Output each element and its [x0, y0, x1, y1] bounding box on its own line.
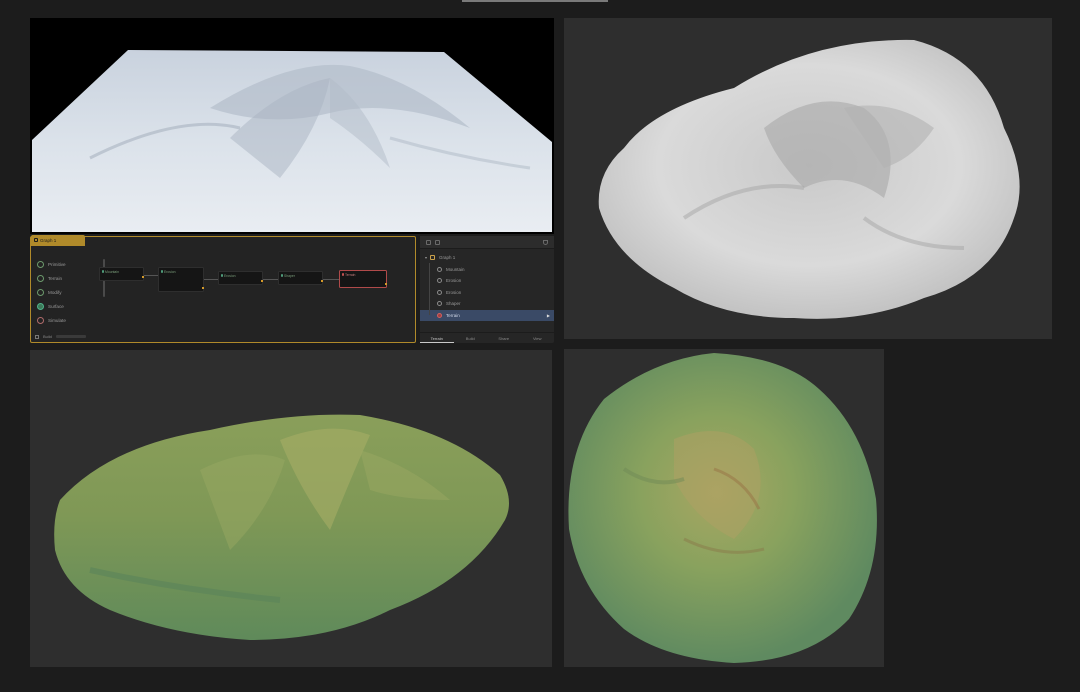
- terrain-mesh-colored: [54, 414, 509, 640]
- node-status-icon: [101, 270, 104, 273]
- tree-item-label: Mountain: [446, 266, 465, 272]
- terrain-icon: [437, 312, 442, 318]
- node-title: Terrain: [345, 272, 356, 277]
- node-output-port[interactable]: [142, 276, 144, 278]
- tab-view[interactable]: View: [521, 333, 555, 343]
- tree-item-mountain[interactable]: Mountain: [420, 264, 554, 276]
- terrain-icon: [37, 274, 44, 282]
- node-title: Erosion: [224, 273, 236, 278]
- toolbox-item-surface[interactable]: Surface: [37, 299, 101, 313]
- node-wire: [263, 279, 279, 280]
- tree-item-terrain[interactable]: Terrain ▶: [420, 309, 554, 321]
- build-icon: [35, 334, 39, 339]
- tree-item-label: Graph 1: [439, 255, 456, 261]
- graph-node-mountain[interactable]: Mountain: [99, 267, 144, 281]
- toolbox-item-primitive[interactable]: Primitive: [37, 257, 101, 271]
- node-wire: [323, 279, 339, 280]
- graph-explorer-panel: ▾ Graph 1 Mountain Erosion Erosion Shape…: [420, 236, 554, 343]
- graph-tab-label: Graph 1: [40, 238, 57, 243]
- tab-build[interactable]: Build: [454, 333, 488, 343]
- viewport-3d-perspective[interactable]: [30, 18, 554, 234]
- node-wire: [143, 275, 159, 276]
- filter-icon[interactable]: [543, 240, 548, 245]
- node-status-icon: [341, 273, 344, 276]
- node-toolbox: Primitive Terrain Modify Surface Simulat…: [37, 257, 101, 327]
- graph-node-shaper[interactable]: Shaper: [278, 271, 323, 285]
- tab-terrain[interactable]: Terrain: [420, 333, 454, 343]
- graph-node-erosion-2[interactable]: Erosion: [218, 271, 263, 285]
- node-title: Mountain: [105, 269, 119, 274]
- modify-icon: [37, 288, 44, 296]
- toolbox-item-simulate[interactable]: Simulate: [37, 313, 101, 327]
- graph-editor-panel[interactable]: Graph 1 Primitive Terrain Modify Surface…: [30, 235, 416, 343]
- tree-item-graph[interactable]: ▾ Graph 1: [420, 252, 554, 264]
- erosion-icon: [437, 289, 442, 295]
- node-output-port[interactable]: [261, 280, 263, 282]
- tree-item-label: Erosion: [446, 278, 462, 284]
- node-status-icon: [220, 274, 223, 277]
- node-status-icon: [280, 274, 283, 277]
- viewport-3d-colored-perspective[interactable]: [30, 350, 552, 667]
- chevron-down-icon[interactable]: ▾: [425, 255, 427, 260]
- node-title: Erosion: [164, 269, 176, 274]
- tree-item-label: Erosion: [446, 289, 462, 295]
- graph-icon: [34, 238, 38, 242]
- mountain-icon: [437, 266, 442, 272]
- tree-guide-line: [429, 263, 430, 315]
- viewport-3d-clay[interactable]: [564, 18, 1052, 339]
- node-output-port[interactable]: [385, 283, 387, 285]
- explorer-tabs: Terrain Build Share View: [420, 332, 554, 343]
- back-icon[interactable]: [426, 240, 431, 245]
- tab-share[interactable]: Share: [487, 333, 521, 343]
- toolbox-item-label: Simulate: [48, 317, 66, 323]
- list-icon[interactable]: [435, 240, 440, 245]
- build-label[interactable]: Build: [43, 334, 52, 339]
- toolbox-item-label: Terrain: [48, 275, 63, 281]
- node-wire: [204, 279, 218, 280]
- toolbox-item-label: Primitive: [48, 261, 66, 267]
- node-output-port[interactable]: [202, 287, 204, 289]
- graph-node-terrain[interactable]: Terrain: [339, 270, 387, 288]
- toolbox-item-label: Modify: [48, 289, 62, 295]
- toolbox-item-terrain[interactable]: Terrain: [37, 271, 101, 285]
- viewport-top-down-colored[interactable]: [564, 349, 884, 667]
- tree-item-shaper[interactable]: Shaper: [420, 298, 554, 310]
- explorer-header: [420, 236, 554, 249]
- tree-item-erosion[interactable]: Erosion: [420, 275, 554, 287]
- graph-icon: [430, 255, 436, 261]
- tree-item-erosion-2[interactable]: Erosion: [420, 287, 554, 299]
- surface-icon: [37, 302, 44, 310]
- tree-item-label: Shaper: [446, 301, 461, 307]
- node-title: Shaper: [284, 273, 295, 278]
- primitive-icon: [37, 260, 44, 268]
- node-output-port[interactable]: [321, 280, 323, 282]
- chevron-right-icon[interactable]: ▶: [547, 313, 550, 318]
- toolbox-item-label: Surface: [48, 303, 64, 309]
- node-status-icon: [160, 270, 163, 273]
- shaper-icon: [437, 301, 442, 307]
- erosion-icon: [437, 278, 442, 284]
- simulate-icon: [37, 316, 44, 324]
- explorer-tree: ▾ Graph 1 Mountain Erosion Erosion Shape…: [420, 249, 554, 321]
- tree-item-label: Terrain: [446, 312, 460, 318]
- build-progress-bar: [55, 335, 86, 338]
- graph-tab[interactable]: Graph 1: [31, 235, 85, 246]
- window-title-bar: [462, 0, 608, 2]
- graph-footer: Build: [35, 334, 86, 339]
- toolbox-item-modify[interactable]: Modify: [37, 285, 101, 299]
- graph-node-erosion[interactable]: Erosion: [158, 267, 204, 292]
